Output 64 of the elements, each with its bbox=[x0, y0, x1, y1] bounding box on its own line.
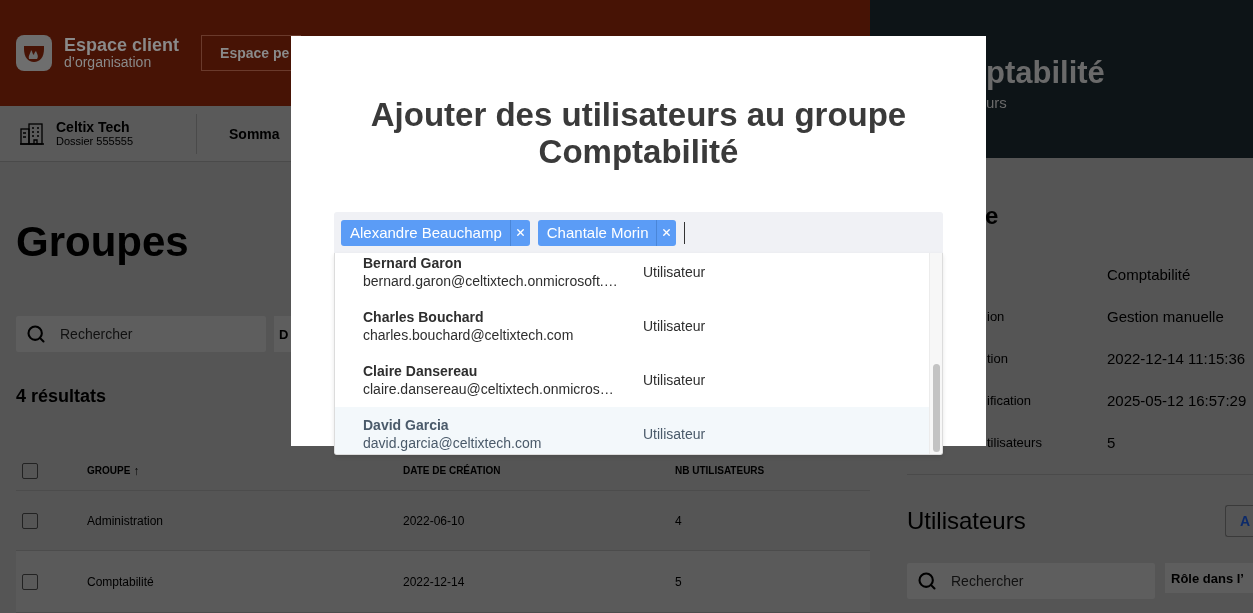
table-cell-text: Administration bbox=[87, 513, 165, 528]
users-title: Utilisateurs bbox=[907, 507, 1026, 535]
logo-icon bbox=[16, 35, 52, 72]
column-header[interactable]: NB UTILISATEURS bbox=[675, 465, 765, 476]
user-name: David Garcia bbox=[363, 416, 449, 434]
role-filter[interactable]: Rôle dans l’ bbox=[1165, 563, 1253, 593]
search-field[interactable]: Rechercher bbox=[907, 563, 1155, 599]
brand-subtitle: d’organisation bbox=[64, 55, 153, 71]
selected-user-tag: Chantale Morin bbox=[537, 219, 677, 246]
search-icon bbox=[26, 324, 46, 344]
user-email: claire.dansereau@celtixtech.onmicros… bbox=[363, 380, 614, 398]
user-option[interactable]: Bernard Garon bernard.garon@celtixtech.onmicrosoft.… Utilisateur bbox=[335, 253, 931, 299]
field-label: ification bbox=[987, 393, 1032, 408]
sort-arrow[interactable]: ↑ bbox=[133, 463, 140, 478]
user-name: Charles Bouchard bbox=[363, 308, 484, 326]
field-value: Comptabilité bbox=[1107, 265, 1191, 283]
results-count: 4 résultats bbox=[16, 386, 107, 407]
user-role: Utilisateur bbox=[643, 372, 706, 388]
search-input[interactable]: Rechercher bbox=[949, 572, 1099, 590]
field-label: tilisateurs bbox=[987, 435, 1042, 450]
close-icon bbox=[661, 227, 673, 238]
field-label: ion bbox=[987, 309, 1005, 324]
table-cell-text: 2022-12-14 bbox=[403, 574, 466, 589]
user-select-field[interactable]: Alexandre Beauchamp Chantale Morin bbox=[334, 212, 943, 253]
field-value: 2025-05-12 16:57:29 bbox=[1107, 391, 1247, 409]
brand-title: Espace client bbox=[64, 35, 180, 56]
field-value: 5 bbox=[1107, 433, 1116, 451]
nav-link[interactable]: Somma bbox=[229, 125, 280, 142]
building-icon bbox=[20, 122, 44, 145]
close-icon bbox=[514, 227, 526, 238]
user-name: Claire Dansereau bbox=[363, 362, 478, 380]
user-name: Bernard Garon bbox=[363, 254, 462, 272]
field-value: Gestion manuelle bbox=[1107, 307, 1224, 325]
column-header[interactable]: GROUPE bbox=[87, 465, 131, 476]
modal-title: Ajouter des utilisateurs au groupe Comptabilité bbox=[369, 96, 908, 170]
section-title: e bbox=[985, 202, 999, 230]
row-checkbox[interactable] bbox=[22, 573, 38, 590]
scrollbar[interactable] bbox=[929, 253, 942, 454]
group-title: ptabilité bbox=[986, 54, 1105, 92]
table-cell-text: 5 bbox=[675, 574, 683, 589]
field-label: tion bbox=[987, 351, 1008, 366]
user-role: Utilisateur bbox=[643, 264, 706, 280]
user-role: Utilisateur bbox=[643, 318, 706, 334]
field-value: 2022-12-14 11:15:36 bbox=[1107, 349, 1246, 367]
add-button[interactable]: A bbox=[1225, 505, 1253, 537]
table-cell-text: Comptabilité bbox=[87, 574, 155, 589]
page-title: Groupes bbox=[16, 217, 189, 267]
selected-user-tag: Alexandre Beauchamp bbox=[341, 219, 530, 246]
search-field[interactable]: Rechercher bbox=[16, 316, 266, 352]
table-cell-text: 4 bbox=[675, 513, 683, 528]
column-header[interactable]: DATE DE CRÉATION bbox=[403, 465, 501, 476]
user-email: bernard.garon@celtixtech.onmicrosoft.… bbox=[363, 272, 618, 290]
search-icon bbox=[917, 571, 937, 591]
user-option[interactable]: David Garcia david.garcia@celtixtech.com Utilisateur bbox=[335, 407, 931, 454]
table-cell-text: 2022-06-10 bbox=[403, 513, 466, 528]
group-subtitle: urs bbox=[986, 94, 1007, 111]
user-email: charles.bouchard@celtixtech.com bbox=[363, 326, 574, 344]
row-checkbox[interactable] bbox=[22, 512, 38, 529]
user-email: david.garcia@celtixtech.com bbox=[363, 434, 542, 452]
search-input[interactable]: Rechercher bbox=[58, 325, 208, 343]
select-all-checkbox[interactable] bbox=[22, 462, 38, 479]
user-role: Utilisateur bbox=[643, 426, 706, 442]
file-number: Dossier 555555 bbox=[56, 135, 135, 149]
organization-name: Celtix Tech bbox=[56, 118, 131, 136]
